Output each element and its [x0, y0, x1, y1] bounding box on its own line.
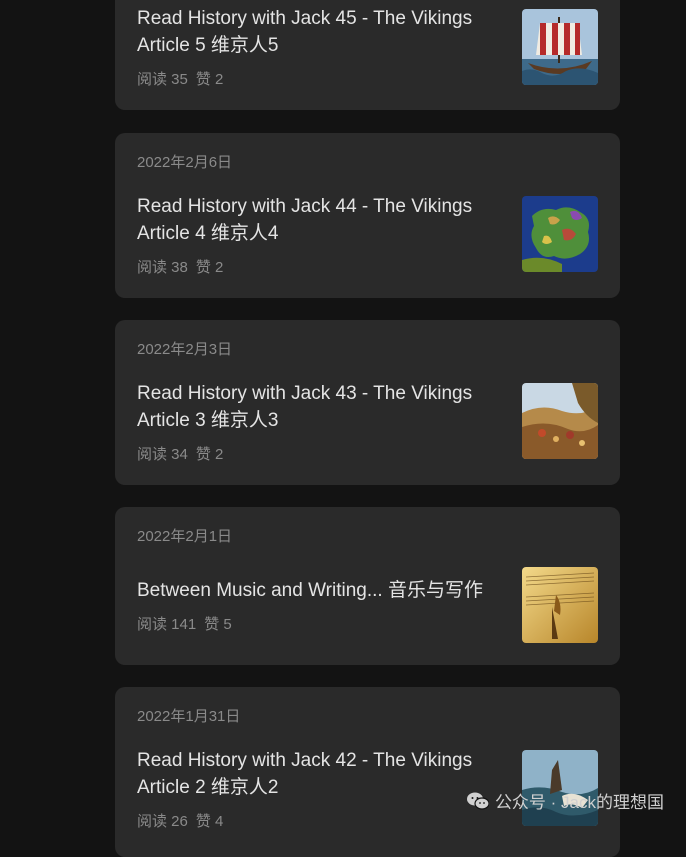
read-count: 阅读 34 — [137, 446, 188, 463]
article-title-line: Article 5 维京人5 — [137, 35, 279, 56]
read-count: 阅读 26 — [137, 813, 188, 830]
like-count: 赞 2 — [195, 259, 224, 276]
article-date: 2022年2月3日 — [137, 341, 233, 358]
article-title-line: Read History with Jack 43 - The Vikings — [137, 383, 473, 404]
article-thumbnail[interactable] — [522, 196, 598, 272]
article-card[interactable]: 2022年2月1日 Between Music and Writing... 音… — [115, 507, 620, 665]
article-thumbnail[interactable] — [522, 9, 598, 85]
article-title-line: Read History with Jack 45 - The Vikings — [137, 8, 473, 29]
article-title[interactable]: Read History with Jack 44 - The Vikings … — [137, 193, 497, 247]
read-count: 阅读 38 — [137, 259, 188, 276]
article-title-line: Article 3 维京人3 — [137, 410, 279, 431]
article-stats: 阅读 26 赞 4 — [137, 810, 223, 831]
article-date: 2022年2月1日 — [137, 528, 233, 545]
article-stats: 阅读 34 赞 2 — [137, 443, 223, 464]
article-title[interactable]: Read History with Jack 45 - The Vikings … — [137, 5, 497, 59]
wechat-icon — [466, 792, 489, 810]
article-card[interactable]: 2022年2月6日 Read History with Jack 44 - Th… — [115, 133, 620, 298]
article-thumbnail[interactable] — [522, 383, 598, 459]
article-stats: 阅读 35 赞 2 — [137, 68, 223, 89]
article-card[interactable]: Read History with Jack 45 - The Vikings … — [115, 0, 620, 110]
battle-painting-image — [522, 383, 598, 459]
article-card[interactable]: 2022年1月31日 Read History with Jack 42 - T… — [115, 687, 620, 857]
article-title[interactable]: Between Music and Writing... 音乐与写作 — [137, 577, 497, 604]
viking-ship-image — [522, 9, 598, 85]
read-count: 阅读 35 — [137, 71, 188, 88]
read-count: 阅读 141 — [137, 616, 197, 633]
like-count: 赞 2 — [195, 71, 224, 88]
article-title-line: Read History with Jack 42 - The Vikings — [137, 750, 473, 771]
article-title-line: Article 4 维京人4 — [137, 223, 279, 244]
article-title-line: Between Music and Writing... 音乐与写作 — [137, 580, 483, 601]
like-count: 赞 5 — [204, 616, 232, 633]
article-title[interactable]: Read History with Jack 43 - The Vikings … — [137, 380, 497, 434]
article-title[interactable]: Read History with Jack 42 - The Vikings … — [137, 747, 497, 801]
article-stats: 阅读 38 赞 2 — [137, 256, 223, 277]
europe-map-image — [522, 196, 598, 272]
like-count: 赞 2 — [195, 446, 224, 463]
article-title-line: Read History with Jack 44 - The Vikings — [137, 196, 473, 217]
article-card[interactable]: 2022年2月3日 Read History with Jack 43 - Th… — [115, 320, 620, 485]
article-thumbnail[interactable] — [522, 567, 598, 643]
article-stats: 阅读 141 赞 5 — [137, 613, 232, 634]
article-date: 2022年2月6日 — [137, 154, 233, 171]
article-title-line: Article 2 维京人2 — [137, 777, 279, 798]
sheet-music-image — [522, 567, 598, 643]
watermark: 公众号 · Jack的理想国 — [466, 788, 664, 813]
watermark-text: 公众号 · Jack的理想国 — [494, 793, 664, 812]
article-date: 2022年1月31日 — [137, 708, 241, 725]
like-count: 赞 4 — [195, 813, 224, 830]
